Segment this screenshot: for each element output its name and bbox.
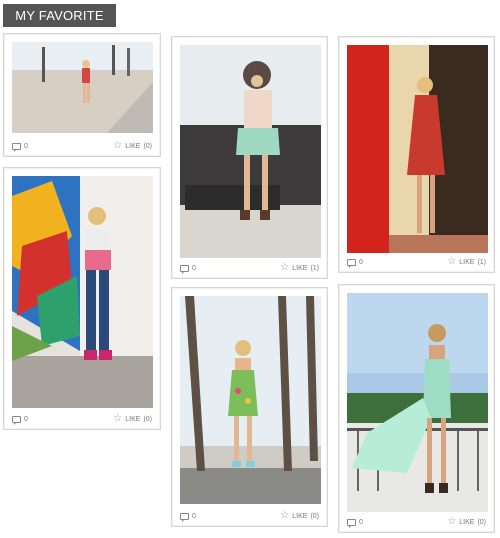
look-photo[interactable] <box>347 293 488 512</box>
star-icon: ☆ <box>280 262 290 273</box>
comment-icon <box>12 416 21 425</box>
star-icon: ☆ <box>113 140 123 151</box>
look-photo[interactable] <box>180 296 321 504</box>
look-card[interactable]: 0 ☆ LIKE (0) <box>171 287 328 527</box>
like-button[interactable]: ☆ LIKE (1) <box>280 262 319 273</box>
look-photo[interactable] <box>347 45 488 253</box>
comment-icon <box>180 265 189 274</box>
look-card[interactable]: 0 ☆ LIKE (0) <box>3 167 161 430</box>
look-card[interactable]: 0 ☆ LIKE (0) <box>3 33 161 157</box>
like-button[interactable]: ☆ LIKE (1) <box>447 256 486 267</box>
page-title: MY FAVORITE LOOKS <box>3 4 116 46</box>
comment-count[interactable]: 0 <box>347 519 363 528</box>
comment-count[interactable]: 0 <box>12 143 28 152</box>
star-icon: ☆ <box>113 413 123 424</box>
like-button[interactable]: ☆ LIKE (0) <box>113 413 152 424</box>
look-photo[interactable] <box>12 176 153 408</box>
star-icon: ☆ <box>280 510 290 521</box>
comment-icon <box>12 143 21 152</box>
like-button[interactable]: ☆ LIKE (0) <box>447 516 486 527</box>
look-footer: 0 ☆ LIKE (1) <box>339 250 494 272</box>
star-icon: ☆ <box>447 256 457 267</box>
look-card[interactable]: 0 ☆ LIKE (0) <box>338 284 495 533</box>
comment-count[interactable]: 0 <box>12 416 28 425</box>
like-button[interactable]: ☆ LIKE (0) <box>280 510 319 521</box>
comment-count[interactable]: 0 <box>180 513 196 522</box>
comment-icon <box>347 519 356 528</box>
look-photo[interactable] <box>180 45 321 258</box>
look-footer: 0 ☆ LIKE (0) <box>172 504 327 526</box>
comment-count[interactable]: 0 <box>180 265 196 274</box>
look-footer: 0 ☆ LIKE (0) <box>339 510 494 532</box>
comment-icon <box>347 259 356 268</box>
star-icon: ☆ <box>447 516 457 527</box>
comment-count[interactable]: 0 <box>347 259 363 268</box>
look-footer: 0 ☆ LIKE (0) <box>4 407 160 429</box>
look-card[interactable]: 0 ☆ LIKE (1) <box>171 36 328 279</box>
look-photo[interactable] <box>12 42 153 133</box>
look-footer: 0 ☆ LIKE (0) <box>4 134 160 156</box>
like-button[interactable]: ☆ LIKE (0) <box>113 140 152 151</box>
comment-icon <box>180 513 189 522</box>
look-card[interactable]: 0 ☆ LIKE (1) <box>338 36 495 273</box>
look-footer: 0 ☆ LIKE (1) <box>172 256 327 278</box>
